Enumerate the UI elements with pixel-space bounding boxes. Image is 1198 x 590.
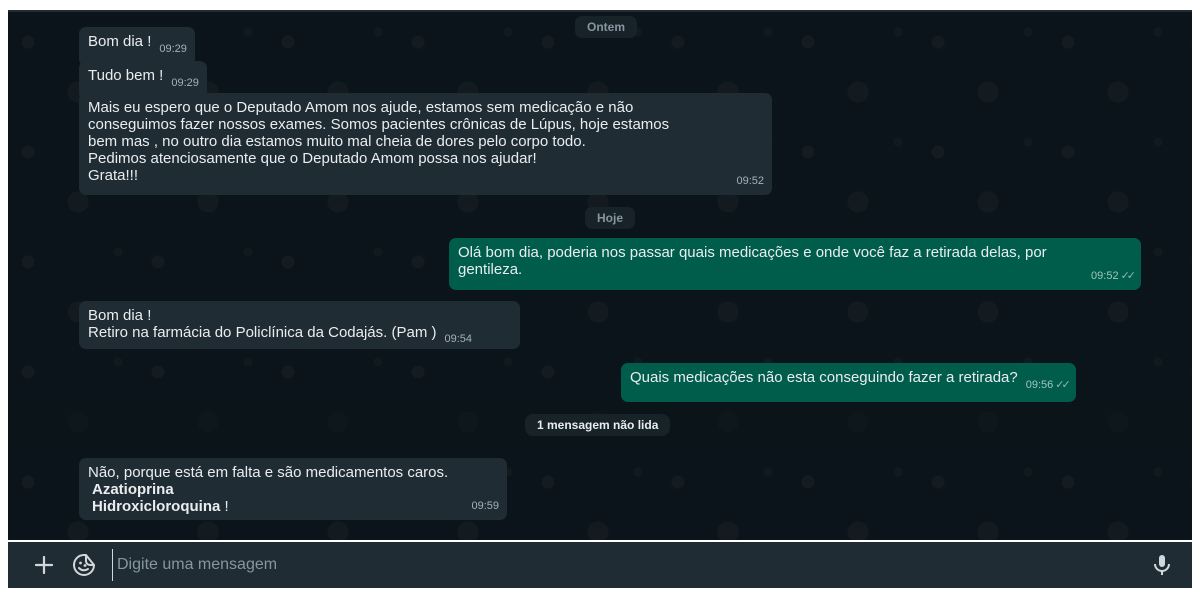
unread-messages-label: 1 mensagem não lida [525,414,671,436]
message-text: Bom dia ! Retiro na farmácia do Policlín… [88,307,512,348]
message-time: 09:59 [471,500,499,512]
plus-icon[interactable] [26,547,62,583]
message-incoming[interactable]: Não, porque está em falta e são medicame… [79,458,507,520]
date-separator-today: Hoje [585,207,636,229]
medication-name: Azatioprina [92,481,174,498]
date-separator-yesterday: Ontem [575,16,638,38]
sticker-icon[interactable] [66,547,102,583]
message-text: Tudo bem ! [88,67,164,84]
message-text: Mais eu espero que o Deputado Amom nos a… [88,99,670,184]
message-text: Bom dia ! [88,33,152,50]
message-input[interactable] [112,549,1144,581]
read-ticks-icon: ✓✓ [1120,270,1137,282]
read-ticks-icon: ✓✓ [1055,379,1071,391]
message-time: 09:54 [444,333,473,345]
message-time: 09:29 [159,43,187,55]
message-time: 09:52 [736,175,764,187]
message-composer [8,542,1192,588]
message-text: Não, porque está em falta e são medicame… [88,464,449,481]
message-time: 09:52 ✓✓ [1091,270,1137,282]
medication-name: Hidroxicloroquina [92,498,221,515]
message-text: Olá bom dia, poderia nos passar quais me… [458,244,1047,278]
message-outgoing[interactable]: Quais medicações não esta conseguindo fa… [621,363,1076,402]
medication-suffix: ! [220,498,229,515]
message-outgoing[interactable]: Olá bom dia, poderia nos passar quais me… [449,238,1141,290]
microphone-icon[interactable] [1144,547,1180,583]
message-time: 09:56 ✓✓ [1025,379,1071,391]
chat-panel[interactable]: Ontem Bom dia ! 09:29 Tudo bem ! 09:29 Mai… [8,10,1192,540]
medication-line: Hidroxicloroquina ! [88,498,499,515]
message-time: 09:29 [171,77,199,89]
message-incoming[interactable]: Mais eu espero que o Deputado Amom nos a… [79,93,772,195]
message-incoming[interactable]: Bom dia ! Retiro na farmácia do Policlín… [79,301,520,349]
message-text: Quais medicações não esta conseguindo fa… [630,369,1018,386]
